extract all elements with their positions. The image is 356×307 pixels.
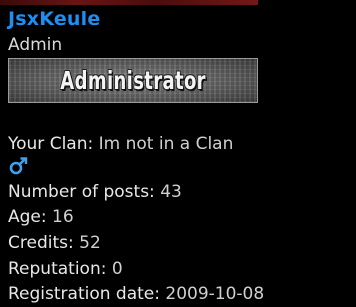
clan-label: Your Clan:	[8, 134, 94, 154]
user-role: Admin	[8, 35, 63, 55]
reputation-label: Reputation:	[8, 259, 107, 279]
rank-image: Administrator	[8, 58, 258, 103]
reputation-value: 0	[111, 259, 123, 279]
clan-value: Im not in a Clan	[98, 134, 234, 154]
registration-value: 2009-10-08	[165, 284, 265, 304]
header-strip	[0, 0, 258, 5]
clan-field: Your Clan: Im not in a Clan	[8, 133, 233, 155]
credits-field: Credits: 52	[8, 232, 101, 254]
credits-label: Credits:	[8, 233, 74, 253]
age-label: Age:	[8, 207, 47, 227]
username-link[interactable]: JsxKeule	[8, 7, 100, 31]
age-value: 16	[52, 207, 74, 227]
posts-field: Number of posts: 43	[8, 181, 182, 203]
posts-value: 43	[160, 182, 182, 202]
registration-label: Registration date:	[8, 284, 160, 304]
posts-label: Number of posts:	[8, 182, 155, 202]
credits-value: 52	[79, 233, 101, 253]
rank-image-text: Administrator	[60, 66, 206, 95]
reputation-field: Reputation: 0	[8, 258, 123, 280]
male-symbol-icon	[9, 157, 28, 175]
registration-field: Registration date: 2009-10-08	[8, 283, 264, 305]
age-field: Age: 16	[8, 206, 74, 228]
